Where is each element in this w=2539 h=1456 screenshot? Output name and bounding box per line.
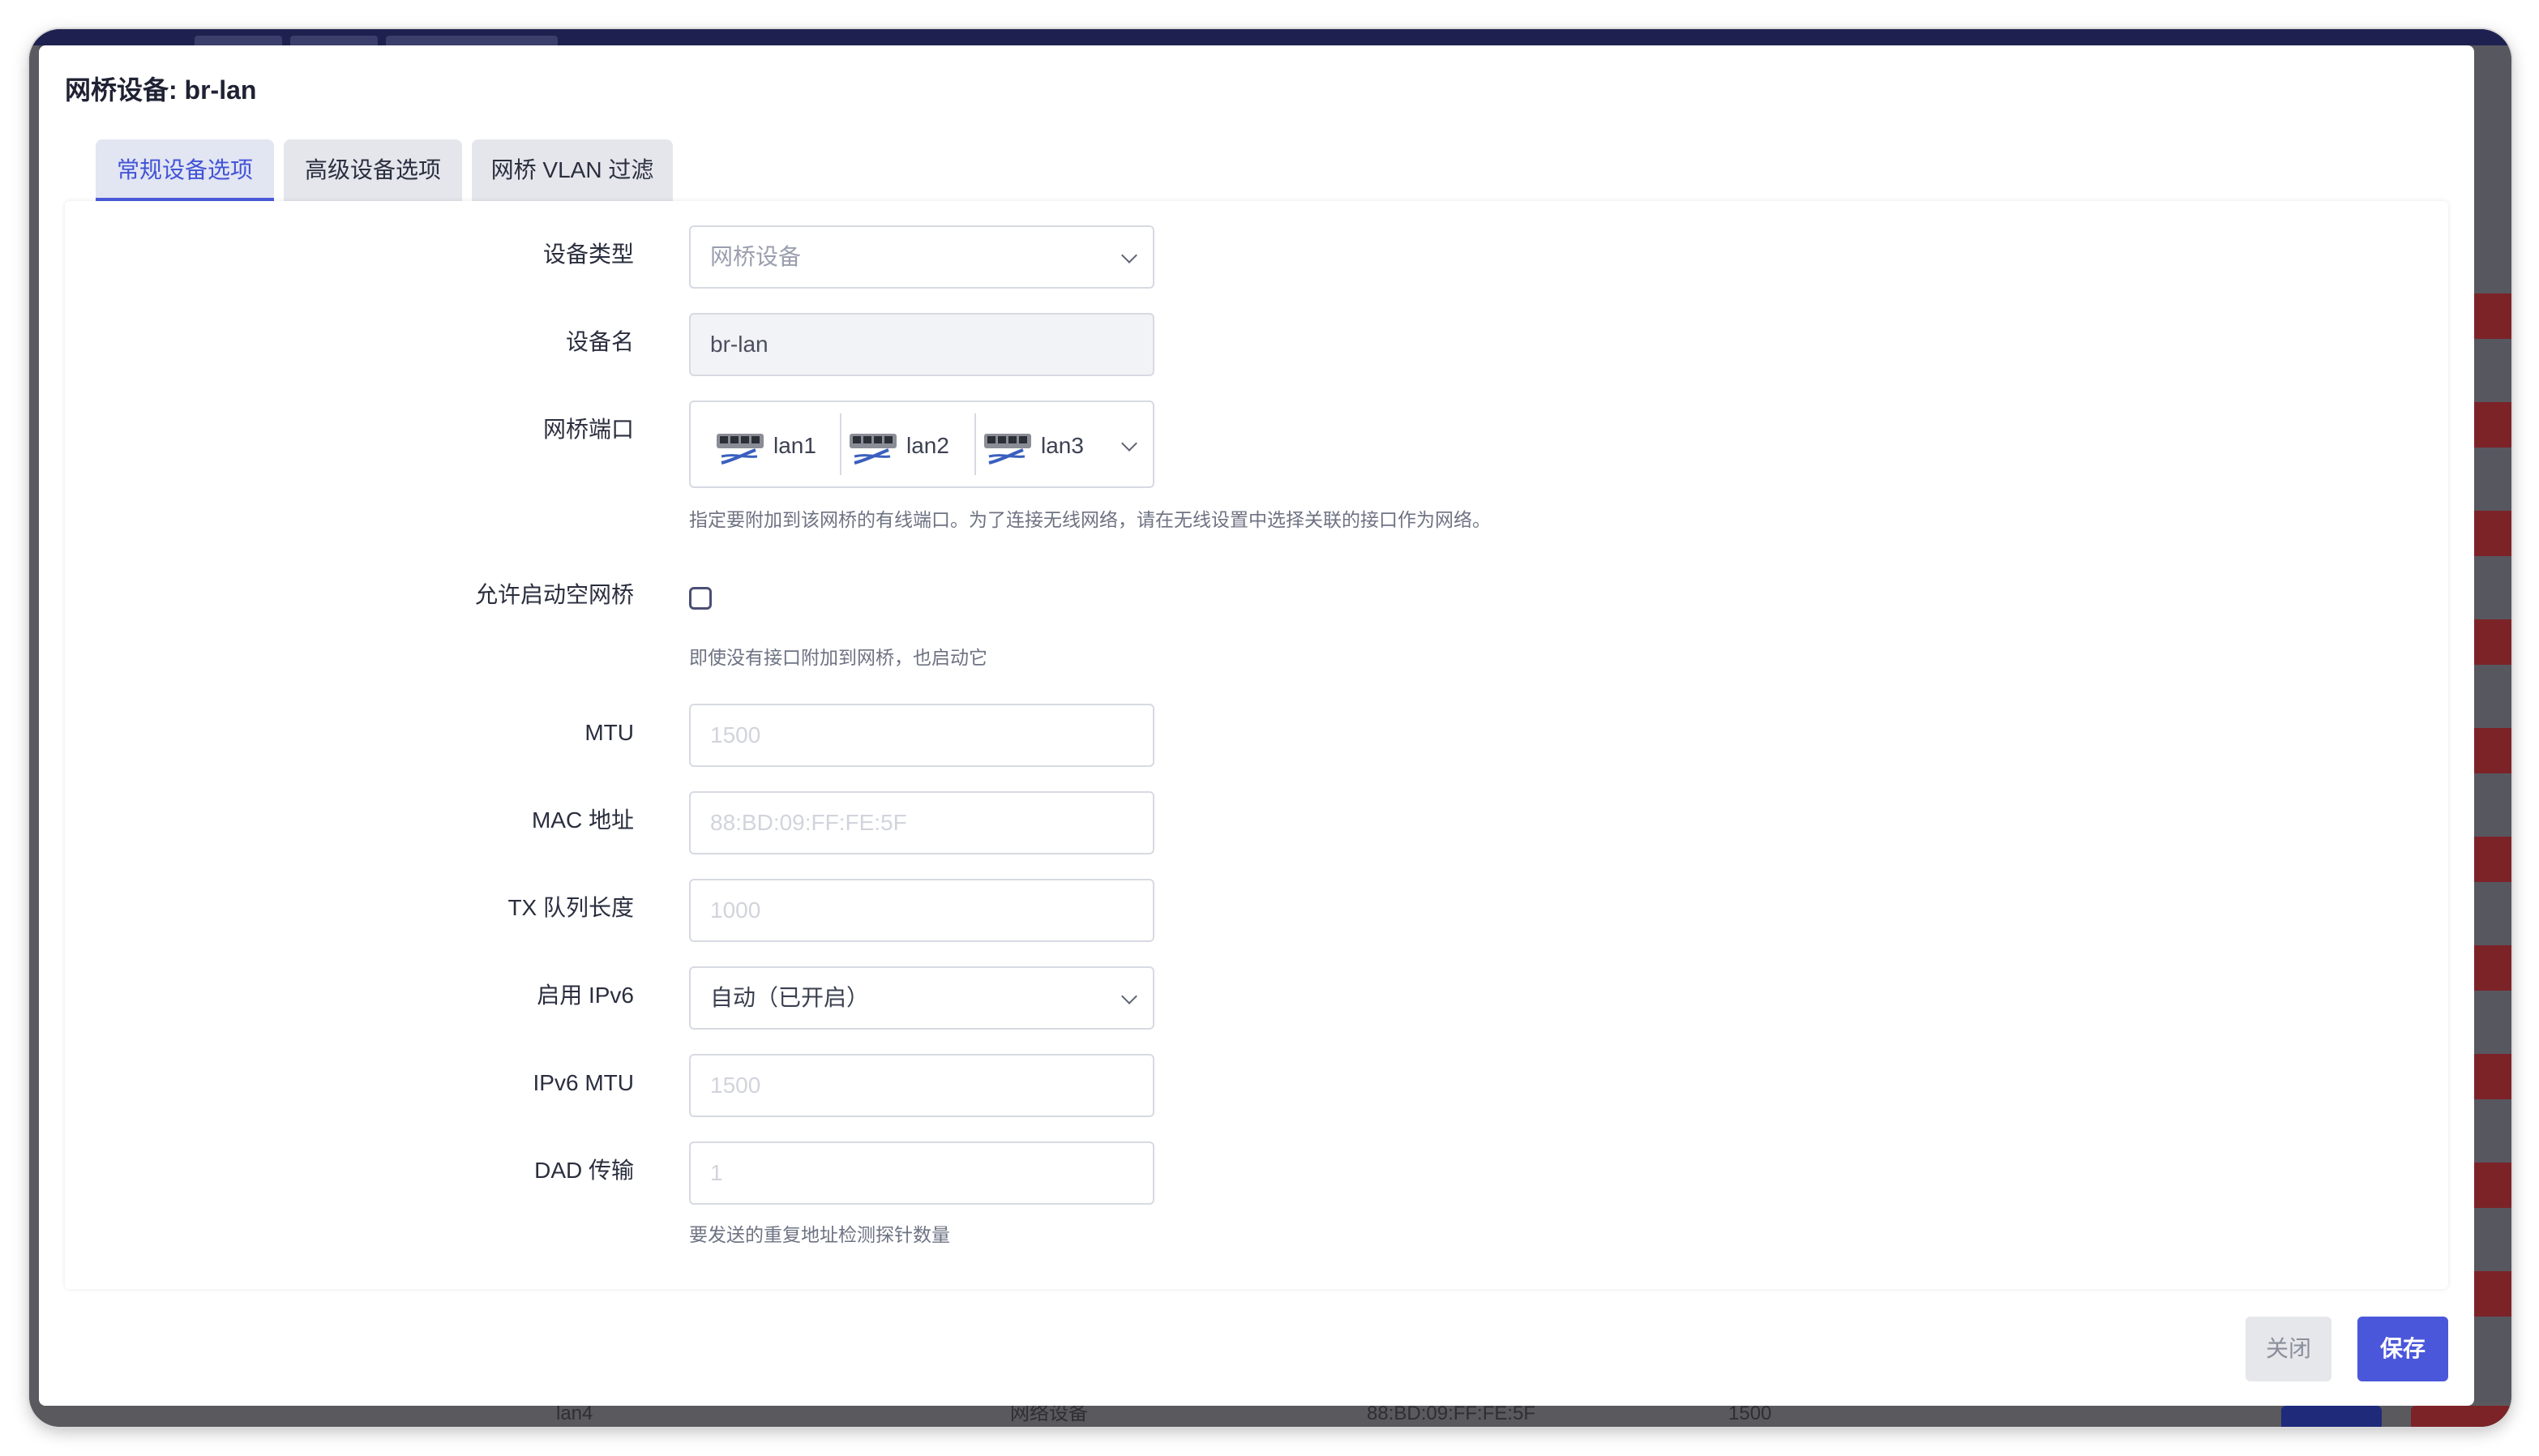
ethernet-port-icon <box>984 433 1031 465</box>
device-name-label: 设备名 <box>565 329 634 354</box>
ipv6-mtu-label: IPv6 MTU <box>533 1070 634 1095</box>
tab-vlan-filtering[interactable]: 网桥 VLAN 过滤 <box>472 139 673 201</box>
background-row-port: lan4 <box>556 1402 593 1424</box>
background-sidebar <box>29 45 39 1427</box>
mac-label: MAC 地址 <box>531 807 634 833</box>
dad-help: 要发送的重复地址检测探针数量 <box>689 1224 950 1245</box>
chevron-down-icon <box>1121 988 1137 1004</box>
dad-label: DAD 传输 <box>534 1158 634 1183</box>
ethernet-port-icon <box>717 433 764 465</box>
background-edit-button <box>2469 511 2511 556</box>
bring-up-empty-label: 允许启动空网桥 <box>474 582 634 607</box>
mac-address-input[interactable]: 88:BD:09:FF:FE:5F <box>689 791 1154 854</box>
port-name: lan3 <box>1041 433 1084 458</box>
device-type-value: 网桥设备 <box>710 244 802 269</box>
port-separator <box>840 413 841 475</box>
background-configure-button <box>2281 1406 2382 1427</box>
port-name: lan2 <box>906 433 949 458</box>
ipv6-value: 自动（已开启） <box>710 985 870 1010</box>
bring-up-empty-help: 即使没有接口附加到网桥，也启动它 <box>689 647 987 668</box>
background-table-row <box>29 1402 2511 1427</box>
bridge-device-dialog: 网桥设备: br-lan 常规设备选项 高级设备选项 网桥 VLAN 过滤 设备… <box>39 45 2474 1406</box>
background-edit-button <box>2469 1054 2511 1099</box>
port-separator <box>974 413 976 475</box>
background-edit-button <box>2469 728 2511 773</box>
background-row-mac: 88:BD:09:FF:FE:5F <box>1367 1402 1536 1424</box>
background-edit-button <box>2469 1163 2511 1208</box>
port-chip-lan2[interactable]: lan2 <box>848 413 949 478</box>
device-name-field[interactable]: br-lan <box>689 313 1154 376</box>
txqueuelen-label: TX 队列长度 <box>507 895 634 920</box>
dad-input[interactable]: 1 <box>689 1141 1154 1205</box>
bridge-ports-help: 指定要附加到该网桥的有线端口。为了连接无线网络，请在无线设置中选择关联的接口作为… <box>689 509 1491 530</box>
dialog-title: 网桥设备: br-lan <box>65 75 257 105</box>
background-edit-button <box>2469 945 2511 991</box>
port-chip-lan1[interactable]: lan1 <box>715 413 816 478</box>
mtu-input[interactable]: 1500 <box>689 704 1154 767</box>
background-edit-button <box>2469 1271 2511 1317</box>
background-edit-button <box>2469 293 2511 339</box>
save-button[interactable]: 保存 <box>2357 1317 2448 1381</box>
chevron-down-icon <box>1121 435 1137 452</box>
tab-advanced-options[interactable]: 高级设备选项 <box>284 139 462 201</box>
bring-up-empty-checkbox[interactable] <box>689 587 712 610</box>
txqueuelen-input[interactable]: 1000 <box>689 879 1154 942</box>
form-panel: 设备类型 网桥设备 设备名 br-lan 网桥端口 lan1 lan2 lan3… <box>65 201 2448 1289</box>
ipv6-select[interactable]: 自动（已开启） <box>689 966 1154 1030</box>
background-edit-button <box>2469 619 2511 665</box>
chevron-down-icon <box>1121 247 1137 263</box>
background-row-mtu: 1500 <box>1728 1402 1772 1424</box>
port-name: lan1 <box>773 433 816 458</box>
background-edit-button <box>2469 837 2511 882</box>
device-type-select[interactable]: 网桥设备 <box>689 225 1154 289</box>
mtu-label: MTU <box>584 720 634 745</box>
ethernet-port-icon <box>850 433 897 465</box>
device-type-label: 设备类型 <box>542 242 634 267</box>
ipv6-label: 启用 IPv6 <box>537 983 634 1008</box>
background-edit-button <box>2469 402 2511 448</box>
tab-general-options[interactable]: 常规设备选项 <box>96 139 274 201</box>
background-delete-button <box>2411 1406 2511 1427</box>
background-row-type: 网络设备 <box>1010 1402 1088 1424</box>
bridge-ports-select[interactable]: lan1 lan2 lan3 <box>689 400 1154 488</box>
port-chip-lan3[interactable]: lan3 <box>983 413 1084 478</box>
bridge-ports-label: 网桥端口 <box>542 417 634 442</box>
close-button[interactable]: 关闭 <box>2246 1317 2331 1381</box>
ipv6-mtu-input[interactable]: 1500 <box>689 1054 1154 1117</box>
